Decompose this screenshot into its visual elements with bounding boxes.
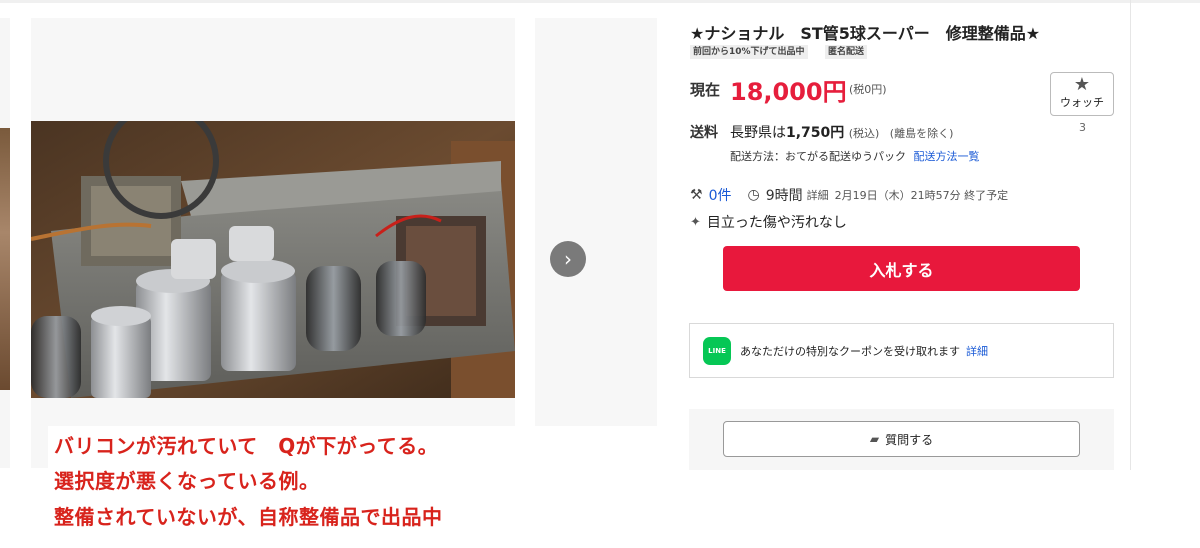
listing-title: ★ナショナル ST管5球スーパー 修理整備品★ (690, 24, 1041, 43)
condition-row: ✦ 目立った傷や汚れなし (690, 212, 847, 232)
price-tax: (税0円) (849, 83, 887, 96)
shipping-methods-link[interactable]: 配送方法一覧 (914, 150, 980, 163)
shipping-method-line: 配送方法：おてがる配送ゆうパック 配送方法一覧 (730, 148, 980, 164)
coupon-text: あなただけの特別なクーポンを受け取れます (740, 344, 960, 358)
price-label: 現在 (690, 81, 721, 99)
shipping-fee: 1,750円 (786, 125, 845, 141)
watch-label: ウォッチ (1060, 96, 1104, 109)
bid-button[interactable]: 入札する (723, 246, 1080, 291)
shipping-label: 送料 (690, 125, 718, 141)
gavel-icon: ⚒ (690, 187, 703, 203)
shipping-fee-line: 長野県は1,750円 (税込) (離島を除く) (730, 122, 953, 142)
end-date: 2月19日（木）21時57分 終了予定 (834, 189, 1009, 202)
item-condition: 目立った傷や汚れなし (706, 215, 847, 231)
annotation-line-2: 選択度が悪くなっている例。 (54, 469, 320, 493)
annotation-line-3: 整備されていないが、自称整備品で出品中 (54, 505, 443, 529)
chevron-right-icon: › (564, 247, 572, 271)
speech-bubble-icon: ▰ (869, 432, 880, 446)
shipping-exclusion: (離島を除く) (889, 127, 954, 140)
annotation-line-1: バリコンが汚れていて Qが下がってる。 (54, 434, 439, 458)
clock-icon: ◷ (747, 187, 760, 203)
bid-count[interactable]: 0件 (709, 185, 732, 205)
time-left: 9時間 (765, 188, 803, 204)
sparkle-icon: ✦ (690, 214, 701, 230)
watch-count: 3 (1079, 121, 1086, 134)
line-coupon-banner[interactable]: LINE あなただけの特別なクーポンを受け取れます 詳細 (689, 323, 1114, 378)
panel-divider (1130, 0, 1131, 470)
ask-question-button[interactable]: ▰ 質問する (723, 421, 1080, 457)
bid-time-row: ⚒ 0件 ◷ 9時間 詳細 2月19日（木）21時57分 終了予定 (690, 185, 1008, 205)
star-icon: ★ (1073, 74, 1091, 95)
price-drop-badge: 前回から10%下げて出品中 (690, 45, 808, 59)
next-thumbnail[interactable] (535, 18, 657, 426)
current-price: 18,000円 (730, 78, 847, 106)
previous-thumbnail-photo (0, 128, 10, 390)
main-product-photo[interactable] (31, 121, 515, 398)
shipping-prefix: 長野県は (730, 125, 786, 141)
watch-button[interactable]: ★ ウォッチ (1050, 72, 1114, 116)
line-icon: LINE (703, 336, 731, 365)
time-detail-link[interactable]: 詳細 (807, 187, 829, 203)
top-border (0, 0, 1200, 3)
shipping-tax-note: (税込) (848, 127, 880, 140)
gallery-next-button[interactable]: › (550, 241, 586, 277)
coupon-detail-link[interactable]: 詳細 (966, 343, 988, 359)
shipping-method: 配送方法：おてがる配送ゆうパック (730, 150, 906, 163)
anonymous-shipping-badge: 匿名配送 (825, 45, 868, 59)
ask-question-label: 質問する (885, 432, 934, 447)
